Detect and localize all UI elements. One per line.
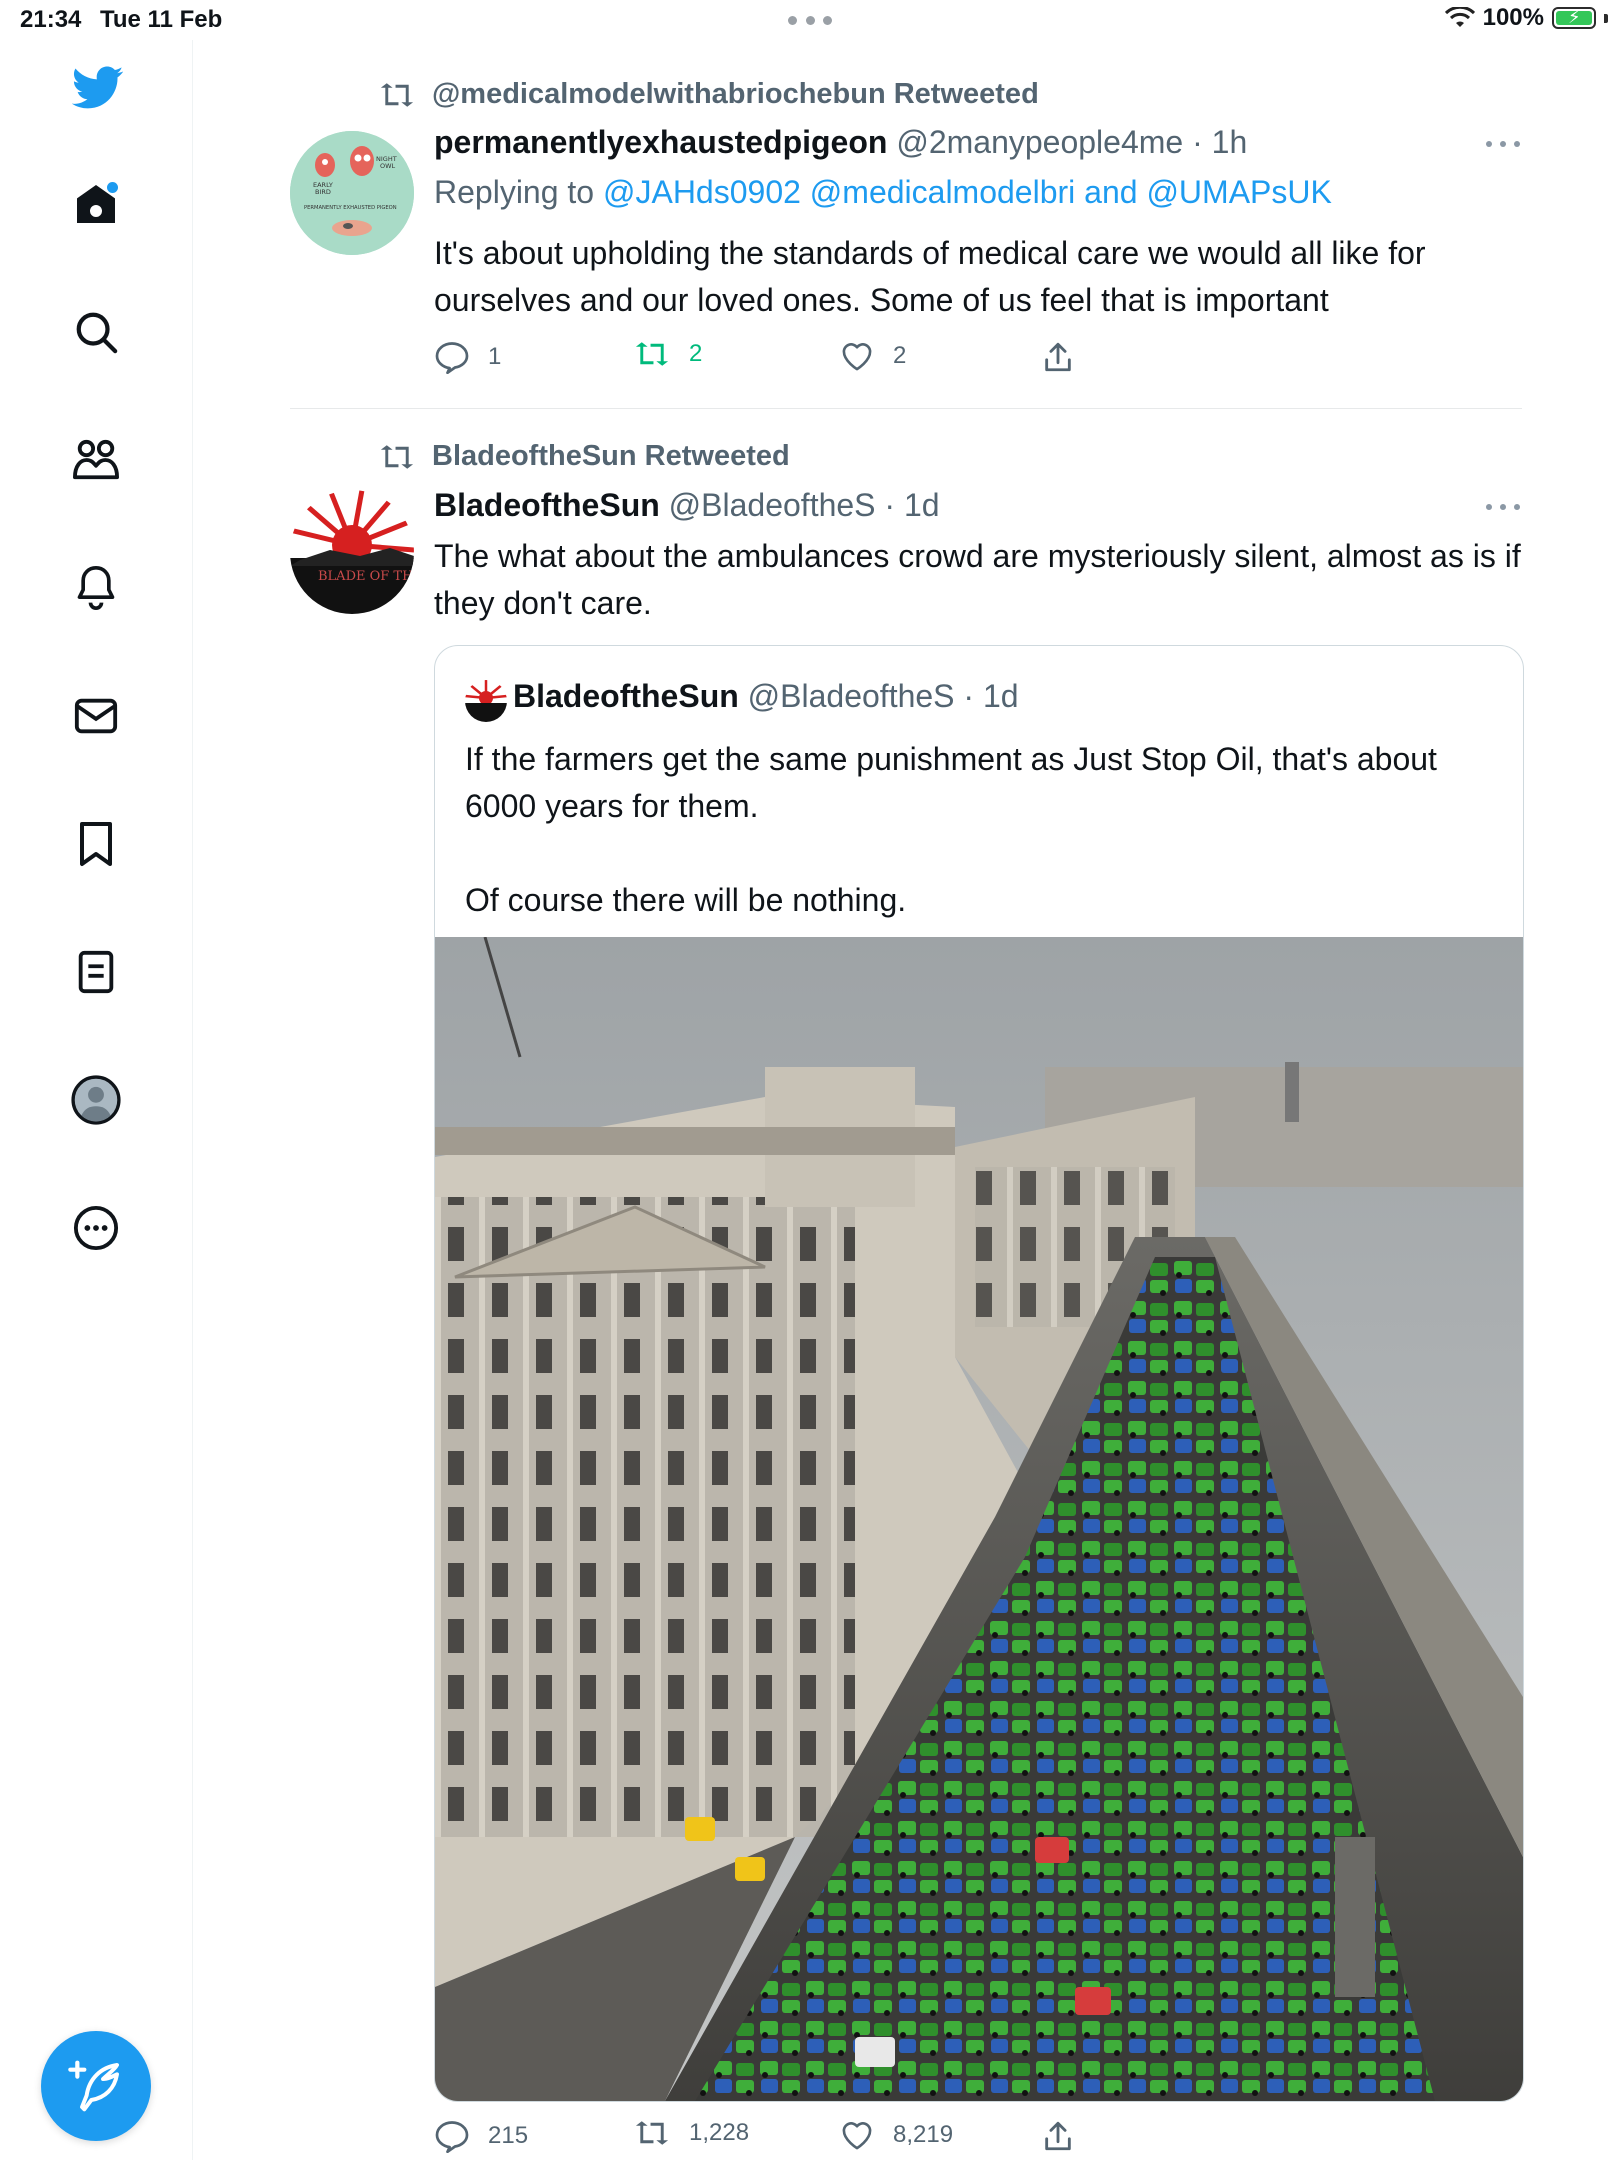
heart-icon	[842, 2122, 872, 2150]
share-icon	[1045, 2121, 1071, 2151]
status-date: Tue 11 Feb	[100, 6, 223, 33]
quote-handle-time: @BladeoftheS · 1d	[747, 678, 1019, 714]
svg-text:BIRD: BIRD	[315, 188, 331, 196]
share-button[interactable]	[1042, 340, 1074, 374]
tractor-protest-photo	[435, 937, 1523, 2101]
retweet-button[interactable]: 2	[633, 340, 702, 368]
tweet-divider	[290, 408, 1522, 409]
avatar[interactable]: BLADE OF THE	[290, 490, 414, 614]
share-icon	[1045, 342, 1071, 372]
pigeon-avatar-image: EARLY BIRD NIGHT OWL PERMANENTLY EXHAUST…	[290, 131, 414, 255]
compose-feather-icon	[68, 2060, 119, 2112]
reply-button[interactable]: 215	[434, 2119, 528, 2153]
quote-display-name: BladeoftheSun	[513, 678, 739, 714]
retweet-icon	[380, 444, 414, 469]
tweet-actions: 1 2 2	[434, 340, 1134, 380]
compose-tweet-button[interactable]	[41, 2031, 151, 2141]
like-count: 2	[893, 342, 907, 369]
tweet-header: BladeoftheSun @BladeoftheS · 1d	[434, 487, 940, 524]
retweet-button[interactable]: 1,228	[633, 2119, 749, 2147]
tweet-text: It's about upholding the standards of me…	[434, 235, 1426, 318]
handle-time[interactable]: @BladeoftheS · 1d	[669, 487, 940, 523]
replying-to-line: Replying to @JAHds0902 @medicalmodelbri …	[434, 174, 1332, 211]
tweet-text: The what about the ambulances crowd are …	[434, 538, 1521, 621]
retweeted-by-text: BladeoftheSun Retweeted	[432, 440, 790, 472]
home-notification-dot	[107, 182, 118, 193]
status-time: 21:34	[20, 6, 82, 33]
replying-prefix: Replying to	[434, 174, 595, 210]
retweeted-by-text: @medicalmodelwithabriochebun Retweeted	[432, 78, 1039, 110]
handle-time[interactable]: @2manypeople4me · 1h	[896, 124, 1247, 160]
twitter-logo-icon[interactable]	[70, 60, 126, 116]
quote-paragraph: If the farmers get the same punishment a…	[465, 741, 1437, 824]
lists-icon[interactable]	[68, 944, 124, 1000]
retweeted-by-line[interactable]: @medicalmodelwithabriochebun Retweeted	[378, 78, 1039, 111]
quote-photo[interactable]	[435, 937, 1523, 2101]
like-count: 8,219	[893, 2121, 954, 2148]
tweet-more-icon[interactable]	[1486, 504, 1520, 512]
retweet-icon	[380, 82, 414, 107]
display-name[interactable]: BladeoftheSun	[434, 487, 660, 523]
heart-icon	[842, 343, 872, 371]
tweet-actions: 215 1,228 8,219	[434, 2119, 1134, 2159]
profile-avatar-icon[interactable]	[68, 1072, 124, 1128]
share-button[interactable]	[1042, 2119, 1074, 2153]
quote-avatar	[465, 680, 507, 722]
reply-icon	[435, 2121, 469, 2153]
svg-text:BLADE OF THE: BLADE OF THE	[318, 569, 414, 584]
status-right: 100% ⚡	[1444, 4, 1608, 32]
quoted-tweet[interactable]: BladeoftheSun @BladeoftheS · 1d If the f…	[434, 645, 1524, 2102]
mention-link[interactable]: @UMAPsUK	[1146, 174, 1331, 210]
more-options-icon[interactable]	[68, 1200, 124, 1256]
home-icon[interactable]	[68, 176, 124, 232]
tweet-header: permanentlyexhaustedpigeon @2manypeople4…	[434, 124, 1247, 161]
reply-button[interactable]: 1	[434, 340, 501, 374]
battery-icon: ⚡	[1552, 7, 1596, 29]
notifications-bell-icon[interactable]	[68, 560, 124, 616]
retweet-count: 1,228	[689, 2119, 750, 2146]
quote-header: BladeoftheSun @BladeoftheS · 1d	[513, 678, 1019, 715]
like-button[interactable]: 8,219	[839, 2119, 953, 2151]
multitasking-dots[interactable]	[788, 16, 832, 26]
retweeted-by-line[interactable]: BladeoftheSun Retweeted	[378, 440, 790, 473]
reply-count: 1	[488, 343, 502, 370]
retweet-count: 2	[689, 340, 703, 367]
mention-link[interactable]: @medicalmodelbri	[810, 174, 1075, 210]
like-button[interactable]: 2	[839, 340, 906, 372]
status-bar: 21:34 Tue 11 Feb 100% ⚡	[0, 0, 1620, 40]
svg-text:OWL: OWL	[380, 162, 396, 170]
quote-text: If the farmers get the same punishment a…	[465, 736, 1495, 924]
display-name[interactable]: permanentlyexhaustedpigeon	[434, 124, 887, 160]
avatar[interactable]: EARLY BIRD NIGHT OWL PERMANENTLY EXHAUST…	[290, 131, 414, 255]
reply-count: 215	[488, 2122, 529, 2149]
tweet-more-icon[interactable]	[1486, 141, 1520, 149]
quote-paragraph: Of course there will be nothing.	[465, 882, 907, 918]
retweet-icon	[635, 2121, 669, 2145]
mention-link[interactable]: @JAHds0902	[603, 174, 801, 210]
reply-icon	[435, 342, 469, 374]
bookmarks-icon[interactable]	[68, 816, 124, 872]
mention-and: and	[1084, 174, 1138, 210]
svg-text:PERMANENTLY EXHAUSTED PIGEON: PERMANENTLY EXHAUSTED PIGEON	[304, 205, 397, 211]
search-icon[interactable]	[68, 304, 124, 360]
sidebar	[0, 40, 193, 2160]
messages-mail-icon[interactable]	[68, 688, 124, 744]
battery-percent: 100%	[1482, 4, 1544, 31]
wifi-icon	[1444, 7, 1475, 27]
sun-avatar-image: BLADE OF THE	[290, 490, 414, 614]
communities-icon[interactable]	[68, 432, 124, 488]
retweet-icon	[635, 342, 669, 366]
